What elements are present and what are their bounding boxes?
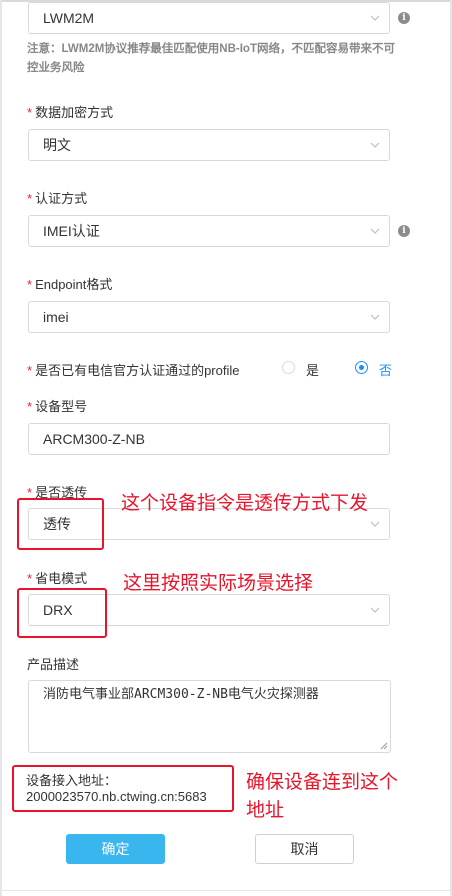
description-value: 消防电气事业部ARCM300-Z-NB电气火灾探测器: [43, 687, 319, 702]
auth-value: IMEI认证: [43, 223, 100, 239]
dialog-left-edge: [0, 0, 2, 896]
power-label: * 省电模式: [27, 571, 88, 586]
required-mark: *: [27, 363, 33, 378]
model-label: * 设备型号: [27, 399, 88, 414]
description-label: 产品描述: [27, 657, 80, 672]
passthrough-annotation: 这个设备指令是透传方式下发: [121, 493, 369, 514]
cancel-button[interactable]: 取消: [255, 834, 354, 864]
protocol-value: LWM2M: [43, 10, 95, 26]
required-mark: *: [27, 277, 33, 292]
confirm-button[interactable]: 确定: [66, 834, 165, 864]
address-highlight-box: [12, 765, 234, 812]
passthrough-highlight-box: [17, 498, 104, 550]
auth-select[interactable]: IMEI认证: [28, 215, 390, 247]
profile-yes-label: 是: [306, 363, 320, 378]
chevron-down-icon: [370, 314, 380, 320]
endpoint-select[interactable]: imei: [28, 301, 390, 333]
description-textarea[interactable]: 消防电气事业部ARCM300-Z-NB电气火灾探测器: [28, 680, 391, 753]
model-value: ARCM300-Z-NB: [43, 431, 145, 447]
encryption-select[interactable]: 明文: [28, 129, 390, 161]
chevron-down-icon: [370, 15, 380, 21]
auth-label: * 认证方式: [27, 191, 88, 206]
profile-radio-no[interactable]: [355, 361, 368, 374]
power-highlight-box: [17, 588, 107, 638]
required-mark: *: [27, 571, 33, 586]
info-icon[interactable]: i: [398, 225, 410, 237]
chevron-down-icon: [370, 142, 380, 148]
profile-radio-yes[interactable]: [282, 361, 295, 374]
chevron-down-icon: [370, 607, 380, 613]
model-input[interactable]: ARCM300-Z-NB: [28, 423, 390, 455]
resize-handle-icon[interactable]: [380, 742, 388, 750]
power-annotation: 这里按照实际场景选择: [123, 573, 314, 594]
endpoint-value: imei: [43, 309, 69, 325]
protocol-select[interactable]: LWM2M: [28, 2, 390, 34]
profile-no-label: 否: [379, 363, 393, 378]
required-mark: *: [27, 399, 33, 414]
address-annotation-line1: 确保设备连到这个: [246, 772, 399, 793]
info-icon[interactable]: i: [398, 12, 410, 24]
dialog-bottom-divider: [0, 890, 452, 891]
chevron-down-icon: [370, 521, 380, 527]
encryption-label: * 数据加密方式: [27, 105, 114, 120]
endpoint-label: * Endpoint格式: [27, 277, 113, 292]
encryption-value: 明文: [43, 137, 71, 153]
chevron-down-icon: [370, 228, 380, 234]
required-mark: *: [27, 191, 33, 206]
protocol-note: 注意：LWM2M协议推荐最佳匹配使用NB-IoT网络，不匹配容易带来不可控业务风…: [27, 43, 395, 74]
address-annotation-line2: 地址: [246, 800, 285, 821]
profile-label: * 是否已有电信官方认证通过的profile: [27, 363, 240, 378]
required-mark: *: [27, 105, 33, 120]
